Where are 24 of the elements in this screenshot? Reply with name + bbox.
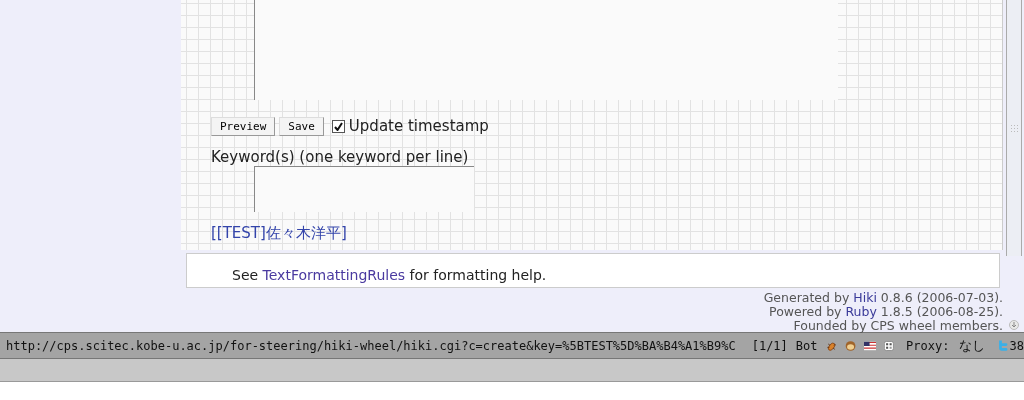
footer-line: Founded by CPS wheel members. [792,319,1003,333]
url-text: http://cps.scitec.kobe-u.ac.jp/for-steering/hiki-wheel/hiki.cgi?c=create&key=%5BTEST%5D%BA%B4%A1%B9%C [6,338,736,353]
preview-button[interactable]: Preview [211,116,276,136]
proxy-value[interactable]: なし [959,336,986,355]
help-link[interactable]: TextFormattingRules [262,267,406,283]
footer-link[interactable]: Hiki [853,290,877,305]
checkbox-label: Update timestamp [348,117,489,135]
help-text: See TextFormattingRules for formatting help. [186,253,1000,288]
scrollbar-thumb[interactable] [1006,0,1022,256]
scroll-down-icon[interactable] [1009,320,1019,330]
scroll-text: Bot [795,338,818,353]
proxy-label: Proxy: [906,338,950,353]
position-text: [1/1] [751,338,788,353]
page-link[interactable]: [[TEST]佐々木洋平] [211,224,347,243]
footer-line: Generated by Hiki 0.8.6 (2006-07-03). [762,291,1003,305]
footer-line: Powered by Ruby 1.8.5 (2006-08-25). [768,305,1003,319]
flag-icon[interactable] [863,339,877,352]
footer-link[interactable]: Ruby [845,304,877,319]
keywords-field[interactable] [254,166,474,212]
keywords-label: Keyword(s) (one keyword per line) [211,148,470,166]
count-text: 38 [1009,338,1024,353]
save-button[interactable]: Save [279,116,324,136]
checkbox[interactable] [331,119,345,133]
grid-icon[interactable] [884,338,895,353]
